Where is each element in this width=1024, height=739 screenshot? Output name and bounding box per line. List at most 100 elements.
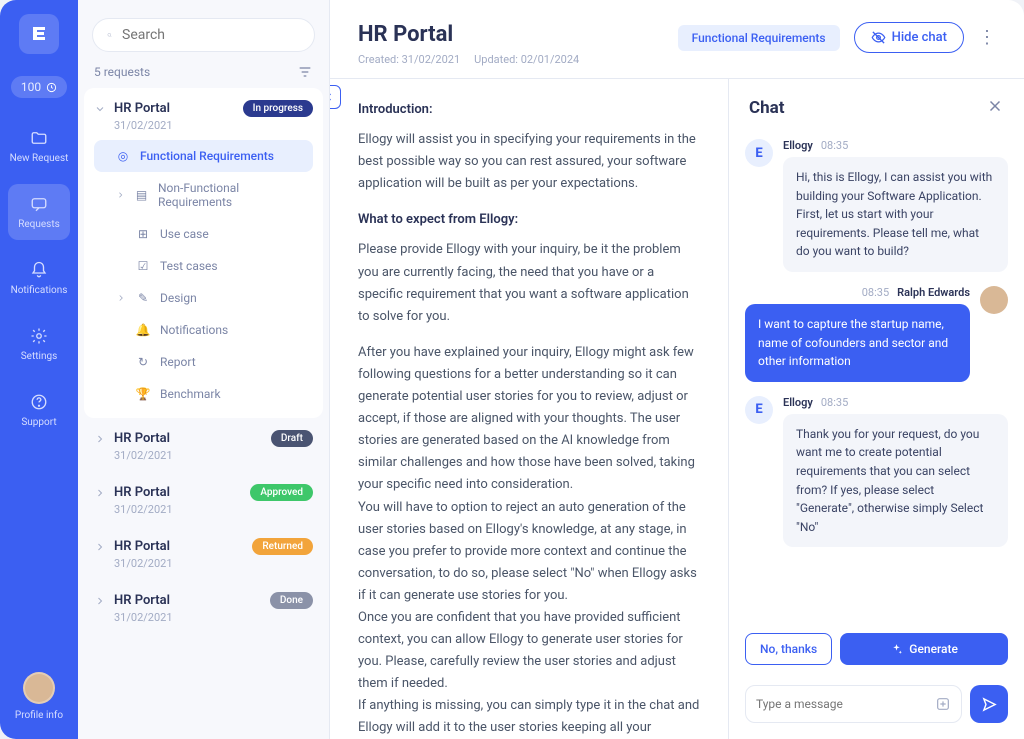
flow-icon: ⊞ [136, 227, 150, 241]
sub-report[interactable]: ↻ Report [94, 346, 313, 378]
doc-paragraph: Please provide Ellogy with your inquiry,… [358, 239, 700, 327]
chevron-left-icon [330, 91, 335, 103]
clock-icon [46, 82, 57, 93]
send-button[interactable] [970, 685, 1008, 723]
search-input[interactable] [122, 27, 300, 43]
request-subtree: ◎ Functional Requirements ▤ Non-Function… [94, 140, 313, 410]
request-date: 31/02/2021 [114, 449, 313, 462]
msg-text: Hi, this is Ellogy, I can assist you wit… [783, 157, 1008, 272]
collapse-sidebar-button[interactable] [330, 85, 341, 109]
chat-messages: E Ellogy 08:35 Hi, this is Ellogy, I can… [729, 131, 1024, 633]
request-list: HR Portal In progress 31/02/2021 ◎ Funct… [78, 88, 329, 739]
hide-chat-button[interactable]: Hide chat [854, 22, 964, 53]
nav-support[interactable]: Support [8, 382, 70, 438]
credits-badge[interactable]: 100 [11, 76, 67, 98]
attach-icon[interactable] [935, 696, 951, 712]
bell-icon: 🔔 [136, 323, 150, 337]
sub-label: Notifications [160, 323, 228, 337]
chat-input[interactable] [756, 697, 935, 711]
status-badge: Approved [250, 484, 313, 501]
app-logo[interactable] [19, 14, 59, 54]
close-chat-button[interactable] [986, 97, 1004, 119]
chevron-right-icon [94, 541, 106, 553]
sub-label: Test cases [160, 259, 218, 273]
request-date: 31/02/2021 [114, 119, 313, 132]
filter-icon[interactable] [297, 64, 313, 80]
sub-label: Use case [160, 227, 209, 241]
request-item[interactable]: HR Portal Returned 31/02/2021 [78, 526, 329, 580]
request-item[interactable]: HR Portal Draft 31/02/2021 [78, 418, 329, 472]
request-count: 5 requests [94, 65, 150, 79]
trophy-icon: 🏆 [136, 387, 150, 401]
doc-paragraph: Once you are confident that you have pro… [358, 607, 700, 695]
sub-design[interactable]: ✎ Design [94, 282, 313, 314]
chat-panel: Chat E Ellogy 08:35 Hi, this is Ell [728, 79, 1024, 739]
gear-icon [29, 326, 49, 346]
chevron-right-icon [116, 293, 126, 303]
nav-label: Settings [21, 351, 58, 362]
target-icon: ◎ [116, 149, 130, 163]
nav-settings[interactable]: Settings [8, 316, 70, 372]
doc-paragraph: If anything is missing, you can simply t… [358, 695, 700, 739]
check-icon: ☑ [136, 259, 150, 273]
profile-link[interactable]: Profile info [15, 672, 63, 721]
msg-text: I want to capture the startup name, name… [745, 304, 970, 382]
status-badge: Done [270, 592, 313, 609]
chevron-right-icon [116, 190, 125, 200]
msg-sender: Ellogy [783, 139, 813, 152]
sub-nonfunctional[interactable]: ▤ Non-Functional Requirements [94, 172, 313, 218]
nav-label: Notifications [11, 285, 68, 296]
sub-benchmark[interactable]: 🏆 Benchmark [94, 378, 313, 410]
nav-requests[interactable]: Requests [8, 184, 70, 240]
send-icon [981, 696, 998, 713]
request-item[interactable]: HR Portal In progress 31/02/2021 ◎ Funct… [84, 88, 323, 418]
msg-time: 08:35 [821, 396, 848, 409]
msg-sender: Ellogy [783, 396, 813, 409]
generate-label: Generate [909, 642, 958, 656]
sub-notifications[interactable]: 🔔 Notifications [94, 314, 313, 346]
user-avatar [980, 286, 1008, 314]
generate-button[interactable]: Generate [840, 633, 1008, 665]
status-badge: In progress [243, 100, 313, 117]
sub-usecase[interactable]: ⊞ Use case [94, 218, 313, 250]
avatar [23, 672, 55, 704]
bot-avatar: E [745, 139, 773, 167]
nav-new-request[interactable]: New Request [8, 118, 70, 174]
pen-icon: ✎ [136, 291, 150, 305]
sub-functional[interactable]: ◎ Functional Requirements [94, 140, 313, 172]
search-icon [107, 27, 112, 43]
doc-paragraph: After you have explained your inquiry, E… [358, 342, 700, 497]
request-date: 31/02/2021 [114, 503, 313, 516]
chevron-down-icon [94, 103, 106, 115]
rail-nav: New Request Requests Notifications Setti… [0, 118, 78, 438]
bot-avatar: E [745, 396, 773, 424]
chevron-right-icon [94, 487, 106, 499]
chat-title: Chat [749, 98, 785, 118]
nav-notifications[interactable]: Notifications [8, 250, 70, 306]
chat-icon [29, 194, 49, 214]
profile-label: Profile info [15, 710, 63, 721]
close-icon [986, 97, 1004, 115]
more-menu[interactable]: ⋮ [978, 27, 996, 48]
created-meta: Created: 31/02/2021 [358, 53, 460, 66]
request-title: HR Portal [114, 431, 263, 446]
sub-testcases[interactable]: ☑ Test cases [94, 250, 313, 282]
report-icon: ↻ [136, 355, 150, 369]
intro-text: Ellogy will assist you in specifying you… [358, 129, 700, 195]
doc-icon: ▤ [135, 188, 148, 202]
request-item[interactable]: HR Portal Done 31/02/2021 [78, 580, 329, 634]
expect-heading: What to expect from Ellogy: [358, 209, 700, 231]
sparkle-icon [890, 643, 903, 656]
msg-time: 08:35 [862, 286, 889, 299]
section-tag: Functional Requirements [678, 25, 840, 51]
chat-input-field[interactable] [745, 685, 962, 723]
status-badge: Returned [252, 538, 313, 555]
search-box[interactable] [92, 18, 315, 52]
no-thanks-button[interactable]: No, thanks [745, 633, 832, 665]
request-item[interactable]: HR Portal Approved 31/02/2021 [78, 472, 329, 526]
msg-sender: Ralph Edwards [897, 286, 970, 299]
main-header: HR Portal Created: 31/02/2021 Updated: 0… [330, 0, 1024, 79]
main-content: HR Portal Created: 31/02/2021 Updated: 0… [330, 0, 1024, 739]
request-title: HR Portal [114, 485, 242, 500]
request-title: HR Portal [114, 539, 244, 554]
